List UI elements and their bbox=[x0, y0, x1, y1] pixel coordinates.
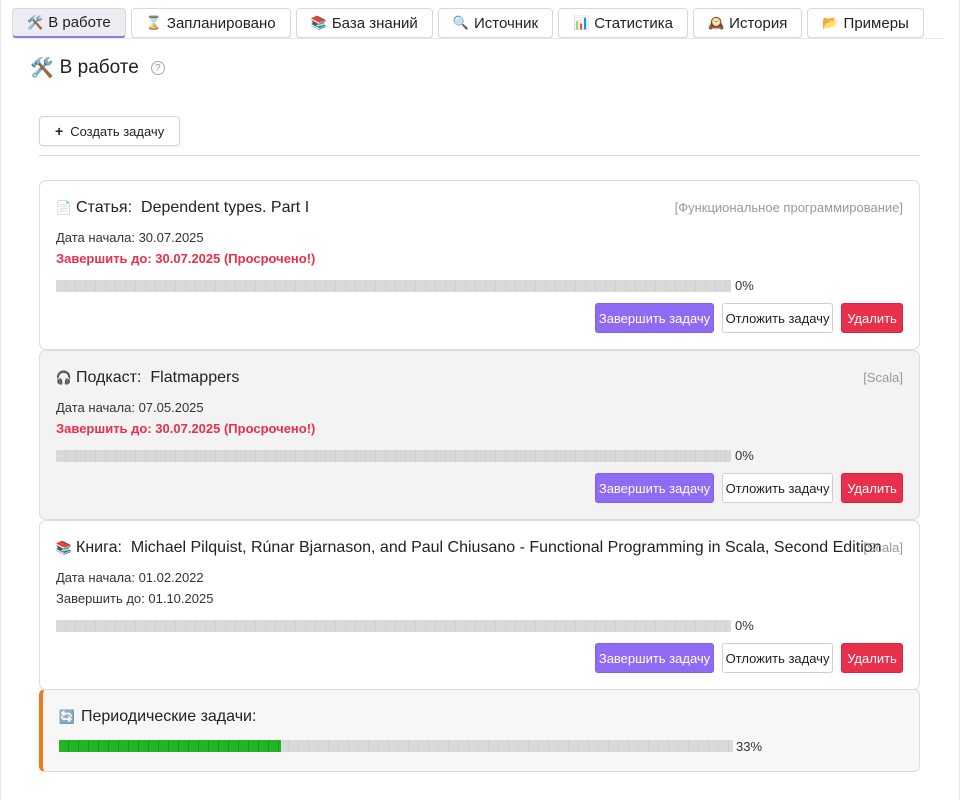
task-due-date: Завершить до: 30.07.2025 (Просрочено!) bbox=[56, 421, 316, 436]
tab-label: В работе bbox=[48, 14, 111, 31]
tab-statistics[interactable]: 📊 Статистика bbox=[558, 8, 688, 38]
create-task-button[interactable]: + Создать задачу bbox=[39, 116, 181, 146]
task-progress-label: 0% bbox=[735, 448, 754, 463]
help-icon[interactable]: ? bbox=[150, 61, 165, 75]
tab-source[interactable]: 🔍 Источник bbox=[437, 8, 554, 38]
task-start-date: Дата начала: 01.02.2022 bbox=[56, 570, 204, 585]
delete-task-button[interactable]: Удалить bbox=[841, 473, 903, 503]
postpone-task-button[interactable]: Отложить задачу bbox=[722, 473, 833, 503]
periodic-title-text: Периодические задачи: bbox=[81, 708, 257, 725]
task-start-date: Дата начала: 30.07.2025 bbox=[56, 230, 204, 245]
tab-label: Запланировано bbox=[166, 14, 276, 32]
tools-icon: 🛠️ bbox=[27, 14, 44, 30]
magnifier-icon: 🔍 bbox=[452, 15, 469, 30]
task-type: Подкаст: bbox=[76, 369, 142, 386]
task-progress-bar bbox=[56, 280, 731, 292]
tab-label: База знаний bbox=[331, 14, 418, 32]
task-type: Книга: bbox=[76, 539, 122, 556]
complete-task-button[interactable]: Завершить задачу bbox=[595, 643, 714, 673]
delete-task-button[interactable]: Удалить bbox=[841, 303, 903, 333]
create-task-label: Создать задачу bbox=[70, 123, 165, 139]
tab-examples[interactable]: 📂 Примеры bbox=[807, 8, 924, 38]
page-title-text: В работе bbox=[59, 57, 139, 78]
document-icon: 📄 bbox=[55, 200, 73, 215]
task-actions: Завершить задачу Отложить задачу Удалить bbox=[595, 643, 903, 673]
task-title: 📚 Книга: Michael Pilquist, Rúnar Bjarnas… bbox=[56, 539, 882, 557]
page-title: 🛠️ В работе ? bbox=[30, 56, 165, 80]
books-icon: 📚 bbox=[310, 15, 327, 30]
books-icon: 📚 bbox=[55, 540, 73, 555]
task-progress-bar bbox=[56, 450, 731, 462]
task-progress-bar bbox=[56, 620, 731, 632]
task-due-date: Завершить до: 01.10.2025 bbox=[56, 591, 214, 606]
periodic-progress-label: 33% bbox=[736, 739, 763, 754]
task-tag: [Scala] bbox=[863, 370, 903, 385]
tab-label: История bbox=[729, 14, 788, 32]
tab-label: Примеры bbox=[843, 14, 909, 32]
task-card: 📄 Статья: Dependent types. Part I [Функц… bbox=[39, 180, 920, 350]
hourglass-icon: ⌛ bbox=[145, 15, 162, 30]
task-actions: Завершить задачу Отложить задачу Удалить bbox=[595, 303, 903, 333]
complete-task-button[interactable]: Завершить задачу bbox=[595, 473, 714, 503]
task-progress-label: 0% bbox=[735, 278, 754, 293]
periodic-progress-bar bbox=[59, 740, 733, 752]
task-card: 🎧 Подкаст: Flatmappers [Scala] Дата нача… bbox=[39, 350, 920, 520]
task-title: 📄 Статья: Dependent types. Part I bbox=[56, 199, 309, 217]
tab-bar: 🛠️ В работе ⌛ Запланировано 📚 База знани… bbox=[12, 8, 924, 38]
task-type: Статья: bbox=[76, 199, 133, 216]
divider bbox=[39, 155, 920, 156]
task-name: Flatmappers bbox=[150, 369, 240, 386]
periodic-tasks-card[interactable]: 🔄 Периодические задачи: 33% bbox=[39, 689, 920, 772]
task-card: 📚 Книга: Michael Pilquist, Rúnar Bjarnas… bbox=[39, 520, 920, 690]
periodic-title: 🔄 Периодические задачи: bbox=[58, 708, 257, 726]
tab-in-progress[interactable]: 🛠️ В работе bbox=[12, 8, 126, 38]
bar-chart-icon: 📊 bbox=[573, 15, 590, 30]
task-start-date: Дата начала: 07.05.2025 bbox=[56, 400, 204, 415]
tools-icon: 🛠️ bbox=[30, 58, 54, 79]
task-tag: [Функциональное программирование] bbox=[674, 200, 903, 215]
tab-history[interactable]: 🕰️ История bbox=[692, 8, 803, 38]
task-progress-label: 0% bbox=[735, 618, 754, 633]
tab-label: Источник bbox=[473, 14, 539, 32]
tab-label: Статистика bbox=[594, 14, 673, 32]
task-name: Michael Pilquist, Rúnar Bjarnason, and P… bbox=[130, 539, 882, 556]
task-title: 🎧 Подкаст: Flatmappers bbox=[56, 369, 239, 387]
repeat-icon: 🔄 bbox=[58, 709, 76, 724]
task-due-date: Завершить до: 30.07.2025 (Просрочено!) bbox=[56, 251, 316, 266]
tab-planned[interactable]: ⌛ Запланировано bbox=[130, 8, 291, 38]
tab-knowledge-base[interactable]: 📚 База знаний bbox=[295, 8, 433, 38]
folder-icon: 📂 bbox=[822, 15, 839, 30]
progress-fill bbox=[59, 740, 282, 752]
tab-divider bbox=[12, 38, 944, 39]
plus-icon: + bbox=[55, 123, 64, 139]
postpone-task-button[interactable]: Отложить задачу bbox=[722, 303, 833, 333]
postpone-task-button[interactable]: Отложить задачу bbox=[722, 643, 833, 673]
headphones-icon: 🎧 bbox=[55, 370, 73, 385]
task-name: Dependent types. Part I bbox=[141, 199, 310, 216]
delete-task-button[interactable]: Удалить bbox=[841, 643, 903, 673]
task-tag: [Scala] bbox=[863, 540, 903, 555]
task-actions: Завершить задачу Отложить задачу Удалить bbox=[595, 473, 903, 503]
clock-icon: 🕰️ bbox=[707, 15, 725, 30]
complete-task-button[interactable]: Завершить задачу bbox=[595, 303, 714, 333]
